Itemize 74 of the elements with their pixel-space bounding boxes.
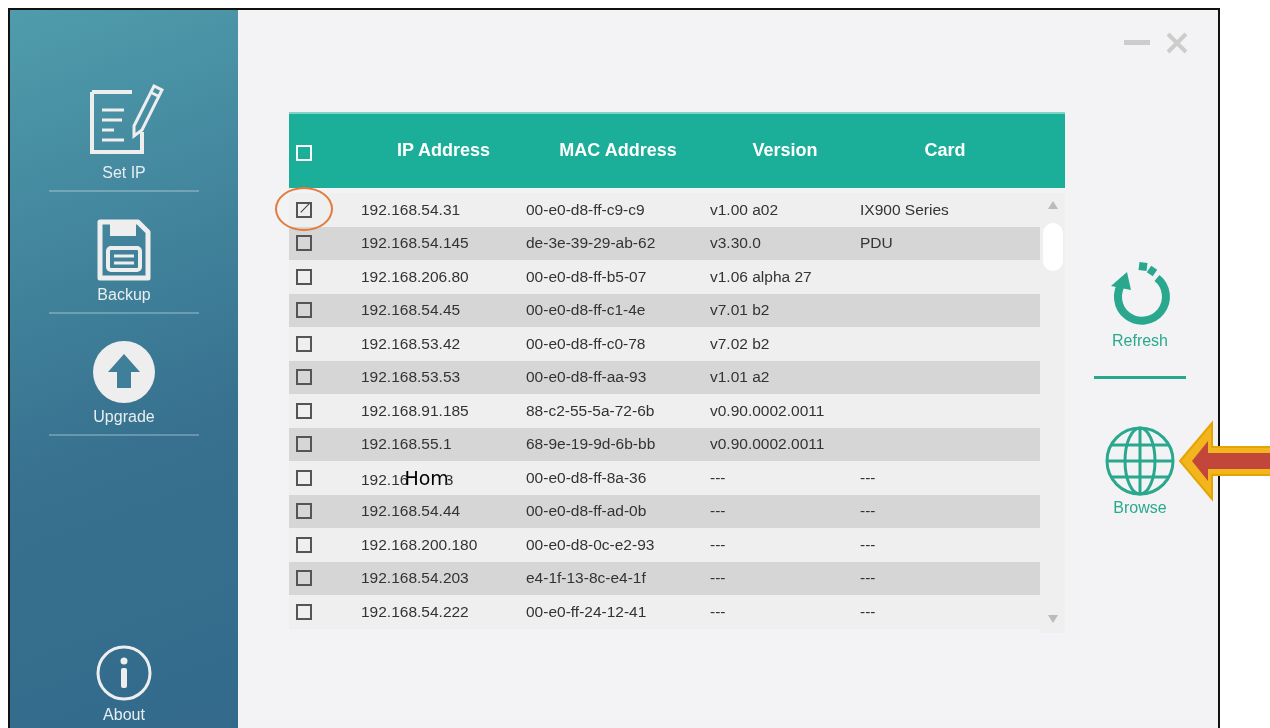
refresh-button[interactable]: Refresh (1105, 260, 1175, 350)
row-checkbox[interactable] (296, 201, 312, 218)
table-cell-text: 00-e0-d8-0c-e2-93 (526, 535, 656, 554)
column-header[interactable]: MAC Address (526, 139, 710, 161)
table-cell-text: 192.16Hom3 (361, 466, 455, 489)
table-cell-text: 00-e0-d8-ff-8a-36 (526, 468, 648, 487)
table-cell-text: 192.168.54.45 (361, 301, 462, 320)
row-checkbox[interactable] (296, 536, 312, 553)
info-icon (95, 644, 153, 702)
row-checkbox[interactable] (296, 436, 312, 453)
column-header[interactable]: IP Address (361, 139, 526, 161)
table-cell-text: 192.168.53.53 (361, 368, 462, 387)
table-cell-text: 192.168.54.44 (361, 502, 462, 521)
table-cell-text: 192.168.200.180 (361, 535, 479, 554)
scrollbar[interactable] (1040, 193, 1065, 633)
select-all-checkbox[interactable] (296, 145, 312, 161)
table-cell-text: v3.30.0 (710, 234, 762, 253)
table-cell-text: --- (860, 569, 877, 588)
table-cell-text: --- (710, 535, 727, 554)
table-cell-text: --- (860, 502, 877, 521)
table-cell-text: 192.168.54.31 (361, 200, 462, 219)
table-cell-text: --- (710, 569, 727, 588)
table-cell-text: 192.168.54.203 (361, 569, 470, 588)
table-cell-text: 88-c2-55-5a-72-6b (526, 401, 656, 420)
row-checkbox[interactable] (296, 570, 312, 587)
browse-button[interactable]: Browse (1104, 425, 1176, 517)
row-checkbox[interactable] (296, 603, 312, 620)
row-checkbox[interactable] (296, 335, 312, 352)
row-checkbox[interactable] (296, 369, 312, 386)
about-button[interactable]: About (49, 638, 199, 728)
row-checkbox[interactable] (296, 235, 312, 252)
table-cell-text: 00-e0-d8-ff-b5-07 (526, 267, 648, 286)
table-cell-text: 00-e0-d8-ff-c0-78 (526, 334, 647, 353)
table-cell-text: 00-e0-d8-ff-c9-c9 (526, 200, 646, 219)
setip-button[interactable]: Set IP (49, 74, 199, 192)
table-cell-text: e4-1f-13-8c-e4-1f (526, 569, 647, 588)
table-cell-text: de-3e-39-29-ab-62 (526, 234, 657, 253)
table-cell-text: 192.168.206.80 (361, 267, 470, 286)
table-cell-text: --- (860, 468, 877, 487)
table-cell-text: --- (860, 602, 877, 621)
table-cell-text: PDU (860, 234, 894, 253)
table-cell-text: v7.01 b2 (710, 301, 771, 320)
row-checkbox[interactable] (296, 503, 312, 520)
row-checkbox[interactable] (296, 268, 312, 285)
column-header[interactable]: Version (710, 139, 860, 161)
table-cell-text: IX900 Series (860, 200, 950, 219)
table-cell-text: --- (710, 602, 727, 621)
table-cell-text: v7.02 b2 (710, 334, 771, 353)
table-cell-text: v1.06 alpha 27 (710, 267, 813, 286)
table-cell-text: 00-e0-ff-24-12-41 (526, 602, 648, 621)
table-cell-text: 192.168.55.1 (361, 435, 453, 454)
table-cell-text: 00-e0-d8-ff-c1-4e (526, 301, 647, 320)
table-cell-text: 68-9e-19-9d-6b-bb (526, 435, 657, 454)
table-cell-text: 192.168.53.42 (361, 334, 462, 353)
table-cell-text: --- (710, 468, 727, 487)
table-cell-text: 192.168.91.185 (361, 401, 470, 420)
table-cell-text: --- (710, 502, 727, 521)
column-header[interactable]: Card (860, 139, 1030, 161)
table-cell-text: 00-e0-d8-ff-ad-0b (526, 502, 648, 521)
table-cell-text: v1.01 a2 (710, 368, 771, 387)
up-arrow-circle-icon (92, 340, 156, 404)
table-cell-text: 192.168.54.222 (361, 602, 470, 621)
table-cell-text: 00-e0-d8-ff-aa-93 (526, 368, 648, 387)
row-checkbox[interactable] (296, 469, 312, 486)
row-checkbox[interactable] (296, 402, 312, 419)
upgrade-button[interactable]: Upgrade (49, 334, 199, 436)
globe-icon (1104, 425, 1176, 497)
row-checkbox[interactable] (296, 302, 312, 319)
table-cell-text: 192.168.54.145 (361, 234, 470, 253)
table-cell-text: --- (860, 535, 877, 554)
table-cell-text: v0.90.0002.0011 (710, 435, 826, 454)
table-cell-text: v0.90.0002.0011 (710, 401, 826, 420)
backup-button[interactable]: Backup (49, 212, 199, 314)
table-cell-text: v1.00 a02 (710, 200, 780, 219)
